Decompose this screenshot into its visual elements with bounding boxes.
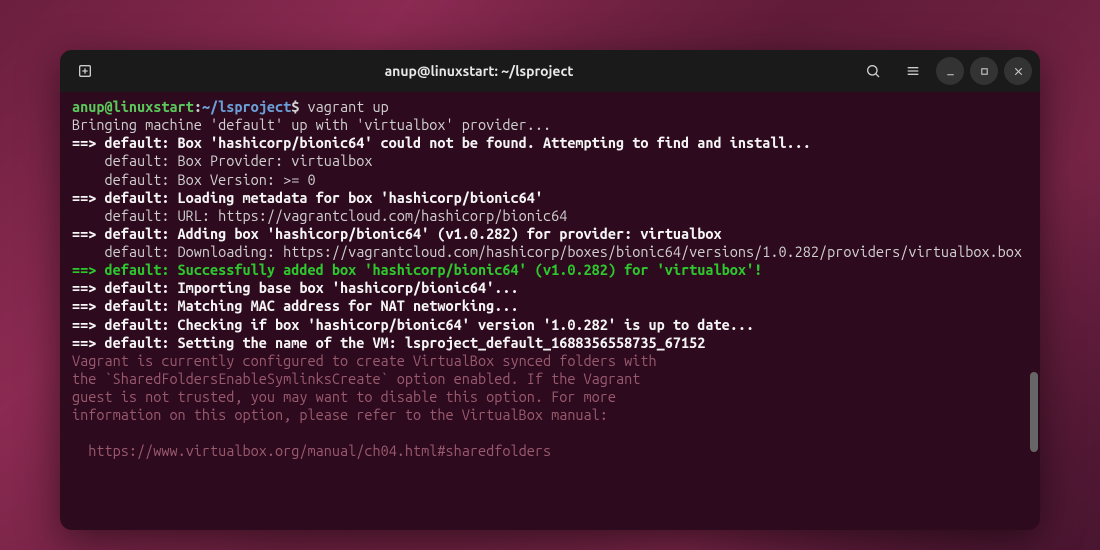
titlebar: anup@linuxstart: ~/lsproject: [60, 50, 1040, 92]
output-line: default: Downloading: https://vagrantclo…: [72, 243, 1028, 261]
scrollbar-thumb[interactable]: [1030, 372, 1038, 452]
output-line: ==> default: Checking if box 'hashicorp/…: [72, 316, 1028, 334]
output-line: ==> default: Setting the name of the VM:…: [72, 334, 1028, 352]
command-text: vagrant up: [308, 98, 389, 115]
output-line: ==> default: Adding box 'hashicorp/bioni…: [72, 225, 1028, 243]
output-line: ==> default: Importing base box 'hashico…: [72, 279, 1028, 297]
terminal-body[interactable]: anup@linuxstart:~/lsproject$ vagrant up …: [60, 92, 1040, 530]
new-tab-button[interactable]: [68, 57, 102, 85]
output-warning-line: [72, 424, 1028, 442]
window-title: anup@linuxstart: ~/lsproject: [110, 63, 848, 79]
output-line: ==> default: Box 'hashicorp/bionic64' co…: [72, 134, 1028, 152]
menu-button[interactable]: [896, 57, 930, 85]
prompt-path: ~/lsproject: [202, 98, 291, 115]
output-line: default: Box Version: >= 0: [72, 171, 1028, 189]
output-line: default: URL: https://vagrantcloud.com/h…: [72, 207, 1028, 225]
output-success-line: ==> default: Successfully added box 'has…: [72, 261, 1028, 279]
output-line: ==> default: Matching MAC address for NA…: [72, 297, 1028, 315]
prompt-separator: :: [194, 98, 202, 115]
close-button[interactable]: [1004, 57, 1032, 85]
output-warning-line: Vagrant is currently configured to creat…: [72, 352, 1028, 370]
prompt-line: anup@linuxstart:~/lsproject$ vagrant up: [72, 98, 1028, 116]
search-button[interactable]: [856, 57, 890, 85]
output-line: ==> default: Loading metadata for box 'h…: [72, 189, 1028, 207]
output-line: default: Box Provider: virtualbox: [72, 152, 1028, 170]
output-warning-line: the `SharedFoldersEnableSymlinksCreate` …: [72, 370, 1028, 388]
prompt-user-host: anup@linuxstart: [72, 98, 194, 115]
prompt-symbol: $: [291, 98, 299, 115]
output-warning-line: information on this option, please refer…: [72, 406, 1028, 424]
minimize-button[interactable]: [936, 57, 964, 85]
output-warning-link: https://www.virtualbox.org/manual/ch04.h…: [72, 442, 1028, 460]
output-warning-line: guest is not trusted, you may want to di…: [72, 388, 1028, 406]
output-line: Bringing machine 'default' up with 'virt…: [72, 116, 1028, 134]
maximize-button[interactable]: [970, 57, 998, 85]
terminal-window: anup@linuxstart: ~/lsproject anup@linuxs…: [60, 50, 1040, 530]
